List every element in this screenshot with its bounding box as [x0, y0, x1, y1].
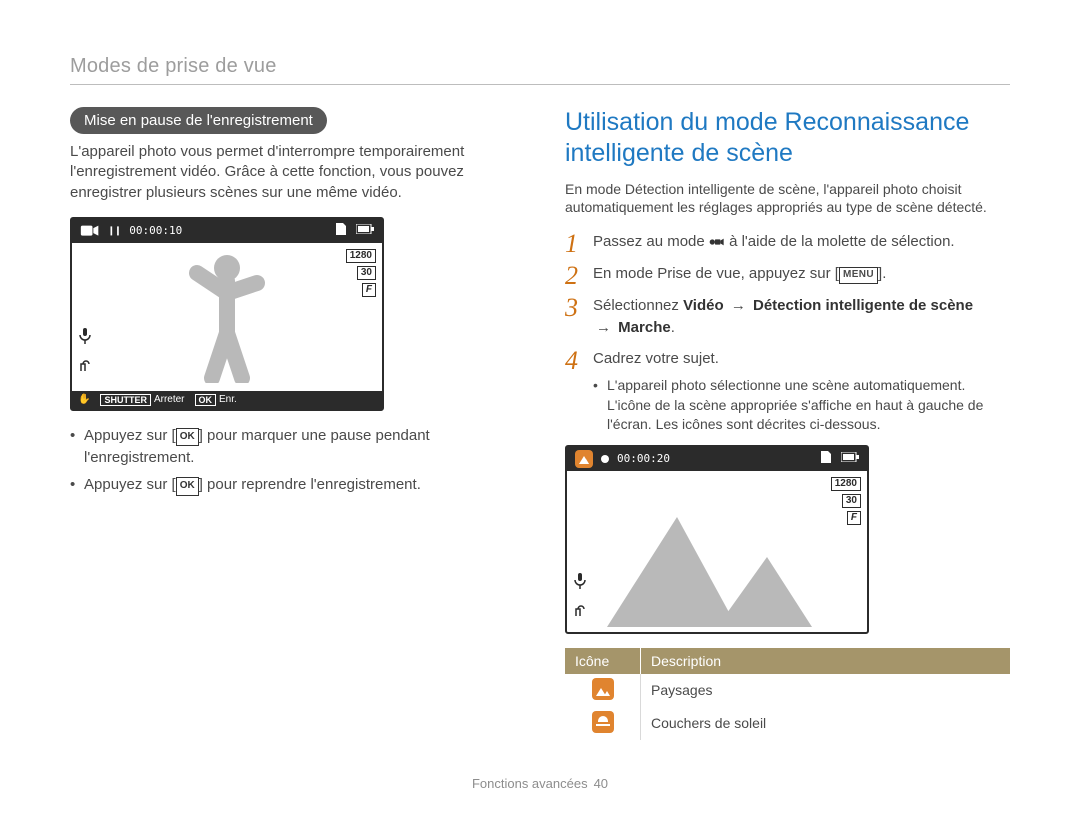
bullet-resume: Appuyez sur [OK] pour reprendre l'enregi… [70, 474, 515, 496]
resolution-badge: 1280 [831, 477, 861, 491]
pause-recording-heading: Mise en pause de l'enregistrement [70, 107, 327, 134]
camera-lcd-recording: ❙❙ 00:00:10 1280 30 F [70, 217, 384, 411]
step-number: 4 [565, 342, 578, 380]
step-2: 2 En mode Prise de vue, appuyez sur [MEN… [565, 263, 1010, 285]
lcd-left-icons [573, 572, 589, 624]
step-1: 1 Passez au mode à l'aide de la molette … [565, 231, 1010, 253]
bullet-list: Appuyez sur [OK] pour marquer une pause … [70, 425, 515, 496]
lcd-right-icons: 1280 30 F [346, 249, 376, 297]
stabilizer-icon [573, 603, 589, 624]
camera-lcd-scene: 00:00:20 1280 30 F [565, 445, 869, 634]
mountain-silhouette [607, 497, 827, 627]
ok-icon: OK [176, 477, 199, 496]
right-column: Utilisation du mode Reconnaissance intel… [565, 107, 1010, 740]
step-4-sub: L'appareil photo sélectionne une scène a… [593, 376, 1010, 435]
battery-icon [356, 224, 374, 237]
lcd-bottom-bar: ✋ SHUTTER Arreter OK Enr. [72, 391, 382, 409]
microphone-icon [78, 327, 94, 350]
memory-card-icon [819, 450, 833, 467]
record-icon [601, 455, 609, 463]
battery-icon [841, 452, 859, 465]
aperture-badge: F [847, 511, 861, 525]
video-mode-icon [80, 223, 100, 239]
step-number: 3 [565, 289, 578, 327]
aperture-badge: F [362, 283, 376, 297]
bullet-pause: Appuyez sur [OK] pour marquer une pause … [70, 425, 515, 469]
desc-couchers: Couchers de soleil [641, 707, 1011, 740]
timer-label: 00:00:20 [617, 452, 670, 465]
section-rule [70, 84, 1010, 85]
shutter-button-label: SHUTTER Arreter [100, 394, 184, 406]
dial-video-icon [709, 236, 725, 248]
intro-paragraph: L'appareil photo vous permet d'interromp… [70, 142, 515, 203]
fps-badge: 30 [842, 494, 861, 508]
ok-button-label: OK Enr. [195, 394, 237, 406]
ok-icon: OK [176, 428, 199, 447]
step-list: 1 Passez au mode à l'aide de la molette … [565, 231, 1010, 435]
fps-badge: 30 [357, 266, 376, 280]
memory-card-icon [334, 222, 348, 239]
timer-label: 00:00:10 [129, 224, 182, 237]
breadcrumb: Modes de prise de vue [70, 55, 1010, 78]
sunset-icon [592, 711, 614, 733]
microphone-icon [573, 572, 589, 595]
landscape-icon [592, 678, 614, 700]
pause-icon: ❙❙ [108, 224, 121, 237]
stabilizer-icon [78, 358, 94, 379]
table-row: Paysages [565, 674, 1010, 707]
left-column: Mise en pause de l'enregistrement L'appa… [70, 107, 515, 740]
lcd-top-bar: 00:00:20 [567, 447, 867, 471]
desc-paysages: Paysages [641, 674, 1011, 707]
lcd-right-icons: 1280 30 F [831, 477, 861, 525]
page-footer: Fonctions avancées40 [0, 776, 1080, 791]
landscape-scene-icon [575, 450, 593, 468]
person-silhouette [182, 253, 272, 383]
main-heading: Utilisation du mode Reconnaissance intel… [565, 107, 1010, 170]
step-4: 4 Cadrez votre sujet. L'appareil photo s… [565, 348, 1010, 435]
lcd-left-icons [78, 327, 94, 379]
menu-icon: MENU [839, 267, 878, 284]
icon-table: Icône Description Paysages Couchers de s… [565, 648, 1010, 740]
resolution-badge: 1280 [346, 249, 376, 263]
hand-icon: ✋ [78, 394, 90, 405]
step-3: 3 Sélectionnez Vidéo → Détection intelli… [565, 295, 1010, 339]
table-row: Couchers de soleil [565, 707, 1010, 740]
intro-paragraph-right: En mode Détection intelligente de scène,… [565, 180, 1010, 218]
lcd-top-bar: ❙❙ 00:00:10 [72, 219, 382, 243]
th-icon: Icône [565, 648, 641, 674]
th-description: Description [641, 648, 1011, 674]
